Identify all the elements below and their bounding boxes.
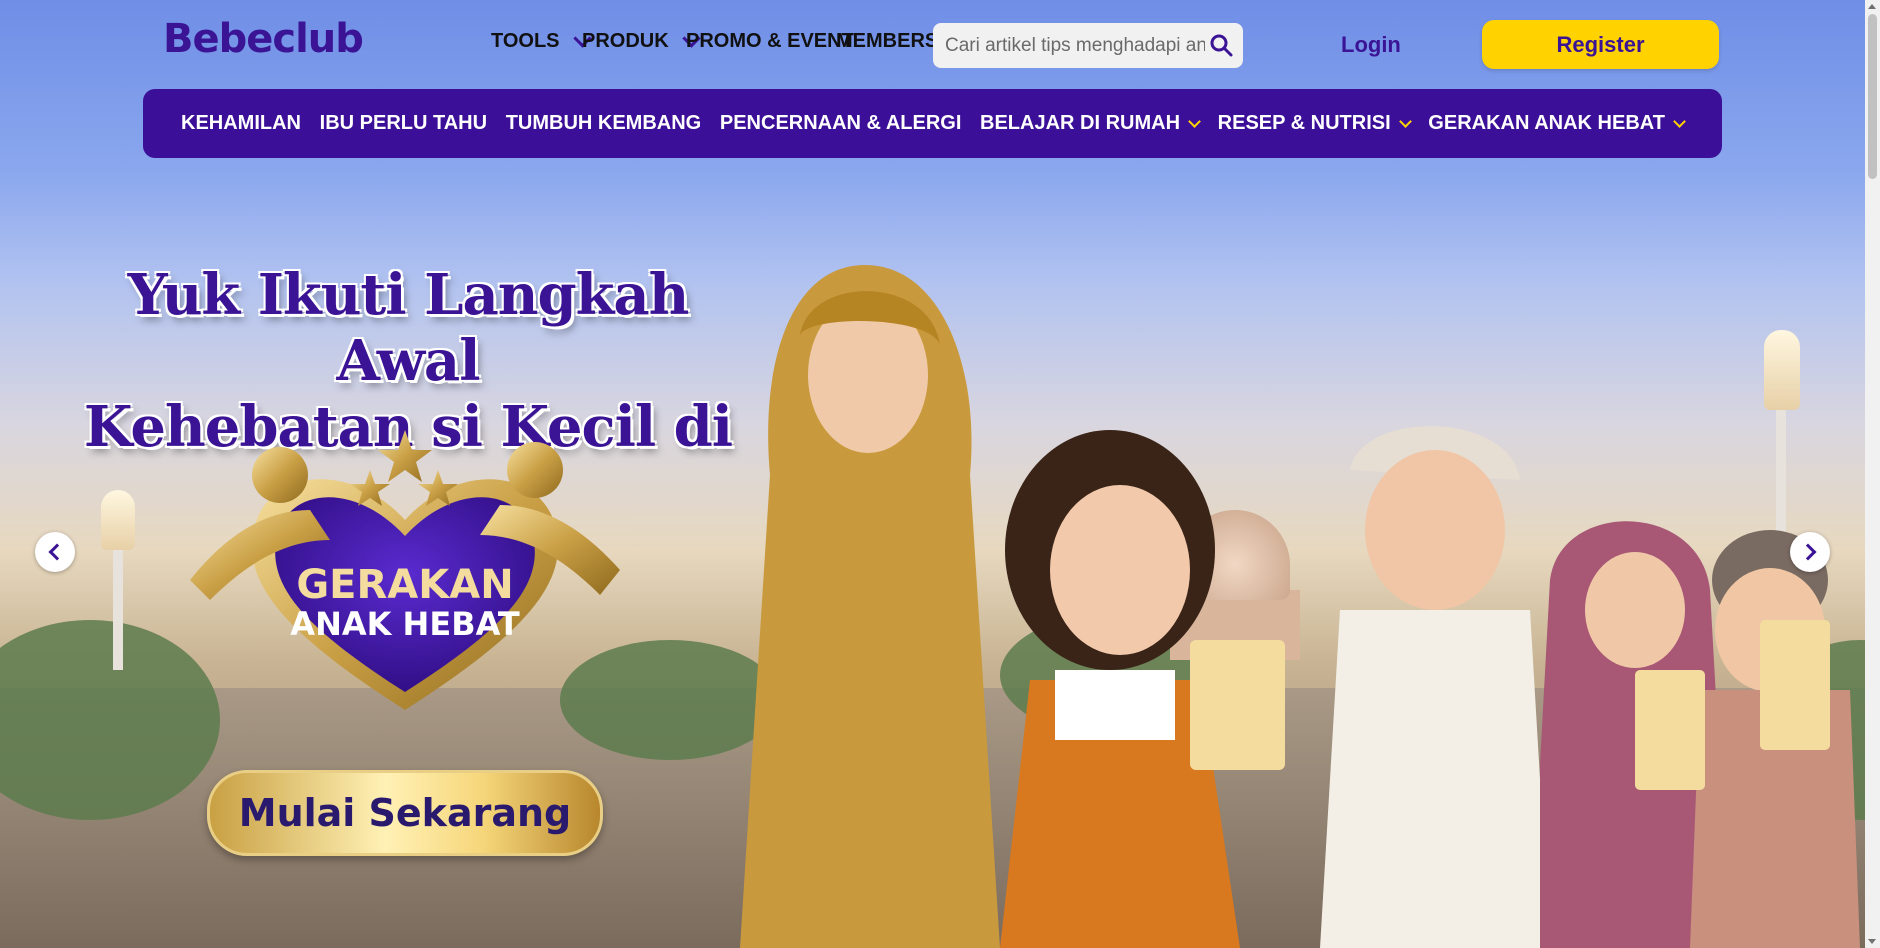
cat-label: IBU PERLU TAHU: [319, 112, 488, 134]
cat-label: GERAKAN ANAK HEBAT: [1428, 112, 1665, 134]
nav-members[interactable]: MEMBERS: [836, 30, 938, 53]
cat-tumbuh-kembang[interactable]: TUMBUH KEMBANG: [506, 112, 702, 135]
lamp: [101, 490, 135, 550]
chevron-right-icon: [1799, 543, 1817, 561]
badge-line2: ANAK HEBAT: [290, 605, 520, 643]
cat-ibu-perlu-tahu[interactable]: IBU PERLU TAHU: [320, 112, 487, 135]
scroll-down-arrow[interactable]: [1868, 939, 1876, 944]
header: Bebeclub TOOLS PRODUK PROMO & EVENT MEMB…: [0, 0, 1865, 88]
nav-produk-label: PRODUK: [582, 30, 669, 52]
cat-belajar-di-rumah[interactable]: BELAJAR DI RUMAH: [980, 112, 1201, 135]
mulai-sekarang-button[interactable]: Mulai Sekarang: [207, 770, 603, 856]
cat-label: BELAJAR DI RUMAH: [980, 112, 1181, 134]
cat-label: TUMBUH KEMBANG: [505, 112, 702, 134]
nav-produk[interactable]: PRODUK: [582, 29, 701, 53]
category-nav: KEHAMILAN IBU PERLU TAHU TUMBUH KEMBANG …: [143, 89, 1722, 158]
nav-members-label: MEMBERS: [836, 30, 939, 52]
nav-promo-event[interactable]: PROMO & EVENT: [686, 30, 854, 53]
carousel-prev-button[interactable]: [35, 532, 75, 572]
register-button[interactable]: Register: [1482, 20, 1719, 69]
search-input[interactable]: [933, 33, 1207, 58]
girl-figure: [1000, 430, 1285, 948]
carousel-next-button[interactable]: [1790, 532, 1830, 572]
cat-label: RESEP & NUTRISI: [1217, 112, 1391, 134]
cat-label: KEHAMILAN: [181, 112, 301, 134]
boy-figure: [1320, 426, 1550, 948]
search-icon[interactable]: [1209, 33, 1233, 57]
cat-label: PENCERNAAN & ALERGI: [719, 112, 962, 134]
gerakan-anak-hebat-logo: GERAKAN ANAK HEBAT: [190, 430, 620, 710]
hero-headline-line1: Yuk Ikuti Langkah Awal: [127, 262, 690, 394]
cat-pencernaan-alergi[interactable]: PENCERNAAN & ALERGI: [720, 112, 962, 135]
scroll-thumb[interactable]: [1868, 14, 1877, 179]
search-box: [933, 23, 1243, 68]
chevron-down-icon: [1398, 115, 1412, 128]
chevron-down-icon: [1188, 115, 1201, 128]
badge-line1: GERAKAN: [296, 562, 513, 608]
logo[interactable]: Bebeclub: [163, 16, 364, 62]
scroll-up-arrow[interactable]: [1868, 4, 1876, 9]
cat-kehamilan[interactable]: KEHAMILAN: [181, 112, 301, 135]
chevron-down-icon: [1673, 115, 1686, 128]
nav-tools-label: TOOLS: [491, 30, 560, 52]
nav-tools[interactable]: TOOLS: [491, 29, 592, 53]
chevron-left-icon: [48, 543, 66, 561]
nav-promo-event-label: PROMO & EVENT: [686, 30, 854, 52]
login-link[interactable]: Login: [1341, 32, 1401, 58]
lamp: [1764, 330, 1800, 410]
page-scrollbar[interactable]: [1865, 0, 1880, 948]
cat-resep-nutrisi[interactable]: RESEP & NUTRISI: [1217, 112, 1412, 135]
cat-gerakan-anak-hebat[interactable]: GERAKAN ANAK HEBAT: [1428, 112, 1686, 135]
